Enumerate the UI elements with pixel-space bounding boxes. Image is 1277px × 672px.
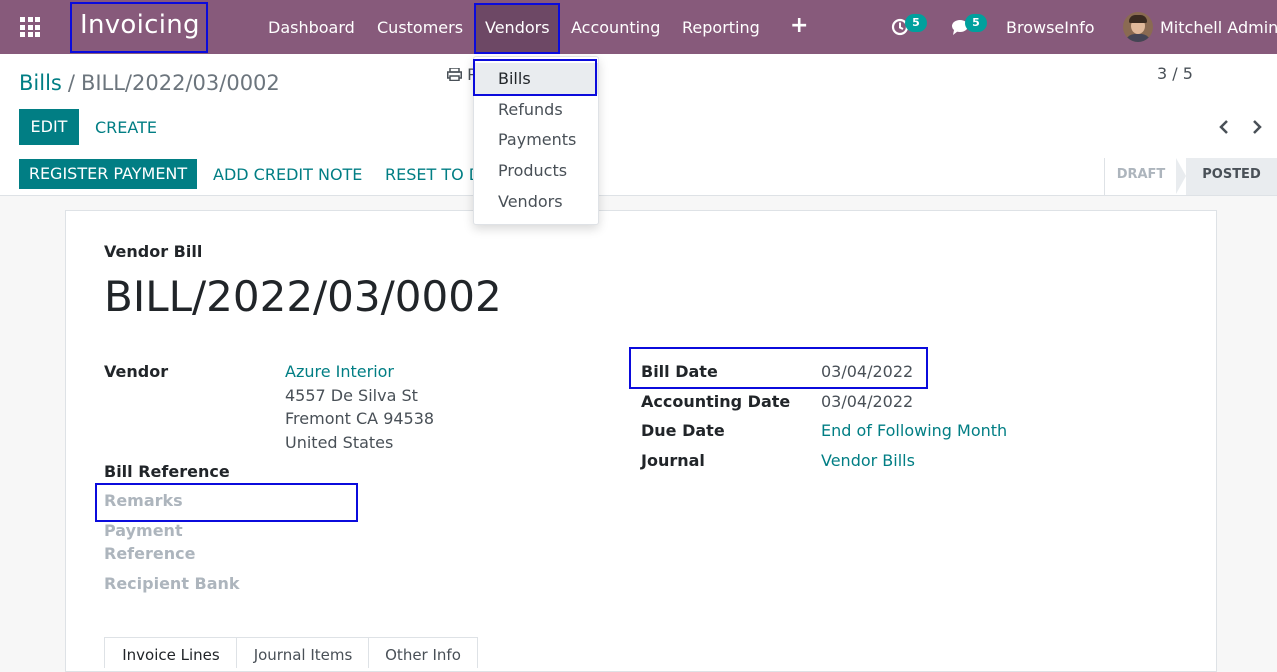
pager-previous-icon[interactable] xyxy=(1218,119,1230,135)
menu-item-refunds[interactable]: Refunds xyxy=(474,94,598,125)
menu-item-payments[interactable]: Payments xyxy=(474,124,598,155)
reset-to-draft-button[interactable]: RESET TO D xyxy=(385,165,481,184)
menu-accounting[interactable]: Accounting xyxy=(571,18,660,37)
journal-label: Journal xyxy=(641,451,705,470)
accounting-date-value: 03/04/2022 xyxy=(821,392,914,411)
status-posted: POSTED xyxy=(1186,158,1277,195)
add-credit-note-button[interactable]: ADD CREDIT NOTE xyxy=(213,165,362,184)
register-payment-button[interactable]: REGISTER PAYMENT xyxy=(19,159,197,189)
edit-button[interactable]: EDIT xyxy=(19,109,79,145)
breadcrumb-separator: / xyxy=(67,71,75,95)
vendor-label: Vendor xyxy=(104,362,169,381)
vendor-address-city: Fremont CA 94538 xyxy=(285,409,435,428)
due-date-value[interactable]: End of Following Month xyxy=(821,421,1007,440)
printer-icon xyxy=(447,67,462,82)
message-count-badge: 5 xyxy=(965,14,987,32)
vendors-dropdown-menu: Bills Refunds Payments Products Vendors xyxy=(473,56,599,225)
menu-item-products[interactable]: Products xyxy=(474,155,598,186)
payment-reference-label-line2: Reference xyxy=(104,544,196,563)
vendor-address-street: 4557 De Silva St xyxy=(285,386,418,405)
menu-vendors[interactable]: Vendors xyxy=(485,18,550,37)
bill-reference-label: Bill Reference xyxy=(104,462,230,481)
accounting-date-label: Accounting Date xyxy=(641,392,791,411)
recipient-bank-label: Recipient Bank xyxy=(104,574,240,593)
breadcrumb-current: BILL/2022/03/0002 xyxy=(80,71,280,95)
status-draft[interactable]: DRAFT xyxy=(1104,158,1177,195)
bill-date-value: 03/04/2022 xyxy=(821,362,914,381)
status-arrow xyxy=(1176,158,1186,194)
avatar[interactable] xyxy=(1123,12,1153,42)
pager-next-icon[interactable] xyxy=(1251,119,1263,135)
menu-reporting[interactable]: Reporting xyxy=(682,18,760,37)
tab-other-info[interactable]: Other Info xyxy=(368,637,478,668)
journal-link[interactable]: Vendor Bills xyxy=(821,451,915,470)
statusbar: REGISTER PAYMENT ADD CREDIT NOTE RESET T… xyxy=(0,158,1277,196)
apps-grid-icon[interactable] xyxy=(20,17,40,37)
vendor-address-country: United States xyxy=(285,433,394,452)
menu-customers[interactable]: Customers xyxy=(377,18,463,37)
create-button[interactable]: CREATE xyxy=(95,118,157,137)
breadcrumb: Bills / BILL/2022/03/0002 xyxy=(19,71,280,95)
control-panel: Bills / BILL/2022/03/0002 xyxy=(0,54,1277,159)
due-date-label: Due Date xyxy=(641,421,725,440)
menu-item-bills[interactable]: Bills xyxy=(474,63,598,94)
breadcrumb-bills-link[interactable]: Bills xyxy=(19,71,62,95)
menu-dashboard[interactable]: Dashboard xyxy=(268,18,355,37)
tab-journal-items[interactable]: Journal Items xyxy=(236,637,370,668)
user-menu[interactable]: Mitchell Admin xyxy=(1160,18,1277,37)
company-switcher[interactable]: BrowseInfo xyxy=(1006,18,1095,37)
plus-icon[interactable]: + xyxy=(790,13,808,38)
activity-count-badge: 5 xyxy=(905,14,927,32)
document-kind: Vendor Bill xyxy=(104,242,203,261)
menu-item-vendors[interactable]: Vendors xyxy=(474,186,598,217)
payment-reference-label-line1: Payment xyxy=(104,521,183,540)
pager-value[interactable]: 3 / 5 xyxy=(1157,64,1193,83)
bill-date-label: Bill Date xyxy=(641,362,718,381)
remarks-label: Remarks xyxy=(104,491,183,510)
top-navbar: Invoicing Dashboard Customers Vendors Ac… xyxy=(0,0,1277,54)
vendor-link[interactable]: Azure Interior xyxy=(285,362,394,381)
document-name: BILL/2022/03/0002 xyxy=(104,272,502,321)
app-name[interactable]: Invoicing xyxy=(80,10,200,40)
tab-invoice-lines[interactable]: Invoice Lines xyxy=(104,637,238,668)
